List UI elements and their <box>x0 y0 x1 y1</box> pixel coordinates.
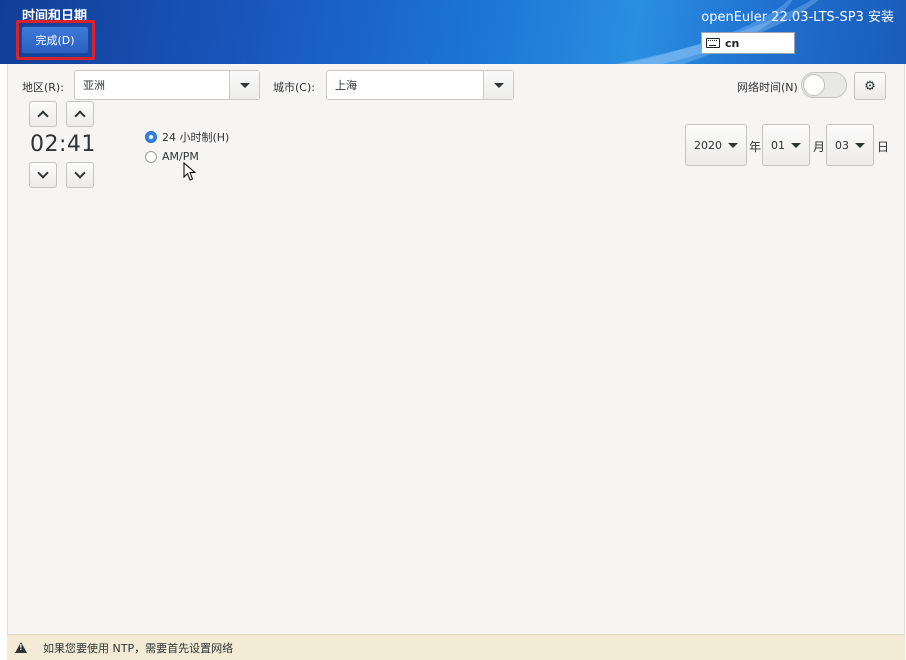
product-title: openEuler 22.03-LTS-SP3 安装 <box>701 10 894 25</box>
format-24h-option[interactable]: 24 小时制(H) <box>145 129 229 145</box>
year-unit: 年 <box>749 140 762 154</box>
toggle-knob <box>803 74 825 96</box>
chevron-up-icon <box>74 110 86 122</box>
chevron-down-icon <box>791 142 801 148</box>
region-dropdown-button[interactable] <box>229 71 259 99</box>
network-time-label: 网络时间(N) <box>737 81 798 94</box>
year-value: 2020 <box>694 138 722 152</box>
region-select[interactable]: 亚洲 <box>74 70 260 100</box>
city-select[interactable]: 上海 <box>326 70 514 100</box>
chevron-down-icon <box>37 167 49 179</box>
chevron-down-icon <box>493 82 504 88</box>
month-select[interactable]: 01 <box>762 124 810 166</box>
day-value: 03 <box>835 138 849 152</box>
year-select[interactable]: 2020 <box>685 124 747 166</box>
format-24h-label: 24 小时制(H) <box>162 131 230 144</box>
chevron-down-icon <box>728 142 738 148</box>
day-select[interactable]: 03 <box>826 124 874 166</box>
month-unit: 月 <box>813 140 826 154</box>
city-label: 城市(C): <box>273 81 315 94</box>
ntp-config-button[interactable]: ⚙ <box>854 72 886 100</box>
header-bar: 时间和日期 完成(D) openEuler 22.03-LTS-SP3 安装 c… <box>0 0 906 64</box>
city-dropdown-button[interactable] <box>483 71 513 99</box>
chevron-up-icon <box>37 110 49 122</box>
chevron-down-icon <box>855 142 865 148</box>
hours-value: 02 <box>30 132 59 157</box>
keyboard-icon <box>706 38 720 48</box>
keyboard-layout-label: cn <box>725 36 740 50</box>
warning-bar: 如果您要使用 NTP，需要首先设置网络 <box>7 634 905 660</box>
minutes-value: 41 <box>66 132 96 157</box>
hour-up-button[interactable] <box>29 101 57 127</box>
region-value: 亚洲 <box>83 79 105 92</box>
day-unit: 日 <box>877 140 890 154</box>
time-display: 02:41 <box>30 132 96 157</box>
network-time-toggle[interactable] <box>801 72 847 98</box>
minute-up-button[interactable] <box>66 101 94 127</box>
mouse-cursor-icon <box>183 162 197 181</box>
radio-unselected-icon[interactable] <box>145 150 157 163</box>
minute-down-button[interactable] <box>66 162 94 188</box>
city-value: 上海 <box>335 79 357 92</box>
warning-text: 如果您要使用 NTP，需要首先设置网络 <box>43 641 234 655</box>
keyboard-layout-indicator[interactable]: cn <box>701 32 795 54</box>
time-separator: : <box>59 132 67 157</box>
region-label: 地区(R): <box>22 81 64 94</box>
gear-icon: ⚙ <box>864 78 876 94</box>
chevron-down-icon <box>74 167 86 179</box>
chevron-down-icon <box>239 82 250 88</box>
month-value: 01 <box>771 138 785 152</box>
done-button[interactable]: 完成(D) <box>21 26 89 54</box>
warning-icon <box>15 642 27 653</box>
hour-down-button[interactable] <box>29 162 57 188</box>
radio-selected-icon[interactable] <box>145 131 157 143</box>
